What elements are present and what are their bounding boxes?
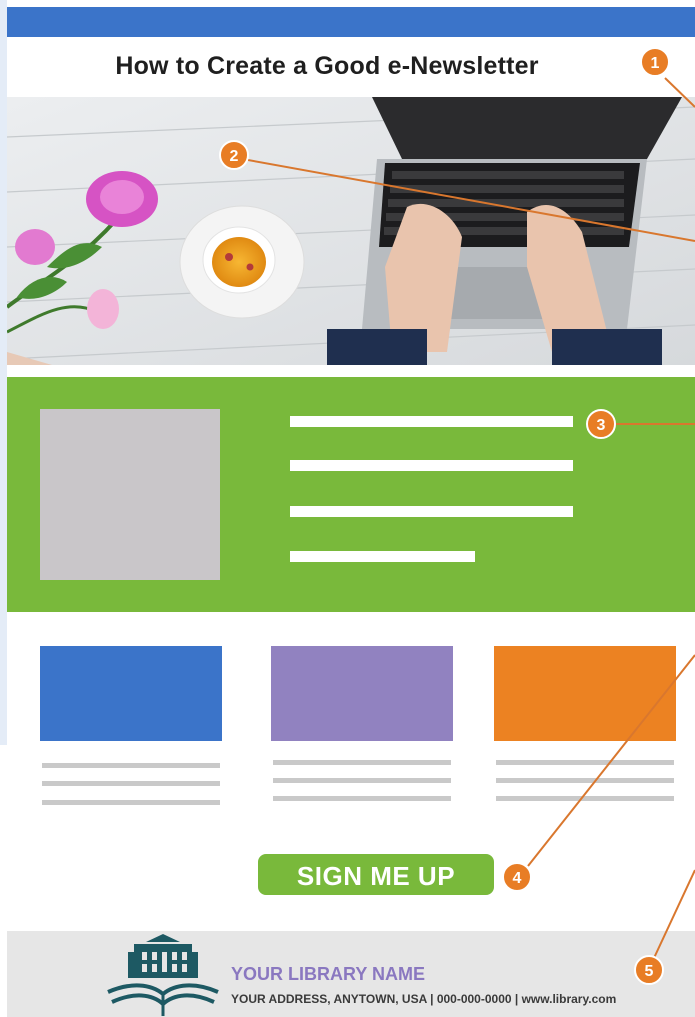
feature-text-line [290, 416, 573, 427]
card-image-purple [271, 646, 453, 741]
newsletter-title: How to Create a Good e-Newsletter [115, 52, 539, 80]
callout-badge-3: 3 [586, 409, 616, 439]
card-text-line [273, 760, 451, 765]
card-text-line [42, 800, 220, 805]
card-text-line [496, 796, 674, 801]
sign-me-up-button[interactable]: SIGN ME UP [256, 852, 496, 897]
library-name: YOUR LIBRARY NAME [231, 964, 426, 984]
callout-badge-5: 5 [634, 955, 664, 985]
library-address: YOUR ADDRESS, ANYTOWN, USA | 000-000-000… [231, 992, 617, 1006]
callout-badge-4: 4 [502, 862, 532, 892]
header-color-bar [7, 7, 695, 37]
feature-text-line [290, 551, 475, 562]
card-text-line [273, 778, 451, 783]
card-text-line [42, 781, 220, 786]
card-text-line [496, 778, 674, 783]
library-building-book-icon [107, 934, 219, 1016]
callout-badge-2: 2 [219, 140, 249, 170]
card-text-line [42, 763, 220, 768]
card-image-blue [40, 646, 222, 741]
feature-text-line [290, 506, 573, 517]
feature-text-line [290, 460, 573, 471]
left-margin-strip [0, 0, 7, 745]
card-text-line [273, 796, 451, 801]
hero-image [7, 97, 695, 365]
callout-badge-1: 1 [640, 47, 670, 77]
feature-image-placeholder [40, 409, 220, 580]
card-text-line [496, 760, 674, 765]
hero-illustration [7, 97, 695, 365]
card-image-orange [494, 646, 676, 741]
